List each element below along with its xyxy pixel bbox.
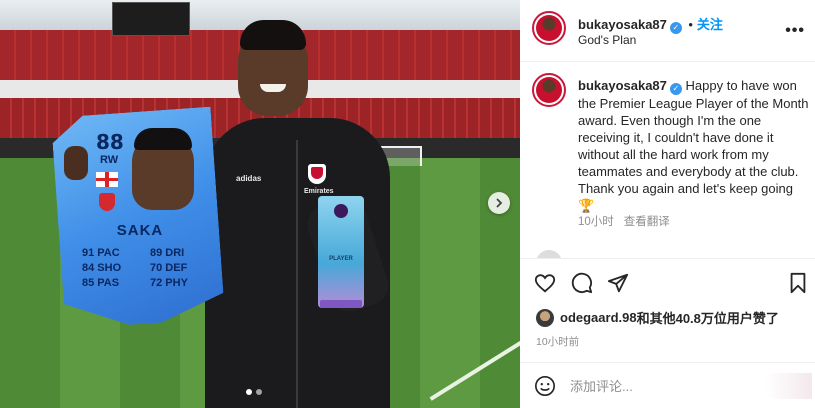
share-icon (607, 273, 629, 293)
card-player-hair (134, 128, 192, 150)
caption-time: 10小时 (578, 216, 614, 228)
likes-summary[interactable]: odegaard.98 和其他40.8万位用户赞了 (536, 308, 779, 327)
player-hair (240, 20, 306, 50)
player-smile (260, 84, 286, 92)
trophy-base (320, 300, 362, 308)
avatar-image (536, 15, 562, 41)
comments-area: bukayosaka87 ✓ Happy to have won the Prem… (520, 62, 815, 258)
trophy-label: PLAYER (329, 256, 353, 262)
like-button[interactable] (533, 271, 557, 295)
stadium-scoreboard (112, 2, 190, 36)
caption-text: Happy to have won the Premier League Pla… (578, 78, 809, 213)
arsenal-crest-icon (308, 164, 326, 184)
likes-count-text[interactable]: 和其他40.8万位用户赞了 (637, 308, 779, 327)
card-position: RW (100, 154, 119, 166)
action-bar (520, 258, 815, 306)
audio-subtitle[interactable]: God's Plan (578, 33, 636, 47)
chevron-right-icon (496, 198, 503, 208)
card-stat: 91 PAC (82, 247, 120, 259)
card-stat: 89 DRI (150, 247, 185, 259)
card-stats-row: 84 SHO 70 DEF (82, 261, 206, 276)
card-stat: 85 PAS (82, 277, 120, 289)
save-button[interactable] (786, 271, 810, 295)
player-hand (64, 146, 88, 180)
caption-username[interactable]: bukayosaka87 (578, 78, 667, 93)
separator-dot: • (688, 17, 693, 32)
emoji-icon[interactable] (534, 375, 556, 397)
caption-avatar[interactable] (532, 73, 566, 107)
jacket-zip (296, 140, 298, 408)
comment-button[interactable] (570, 271, 594, 295)
premier-league-lion-icon (334, 204, 348, 218)
caption-meta: 10小时 查看翻译 (578, 213, 670, 229)
translate-link[interactable]: 查看翻译 (624, 216, 670, 228)
more-options-icon[interactable]: ••• (785, 22, 805, 40)
carousel-dot (256, 389, 262, 395)
post-header: bukayosaka87 ✓ • 关注 God's Plan ••• (520, 0, 815, 62)
heart-icon (534, 274, 556, 293)
next-photo-button[interactable] (488, 192, 510, 214)
post-comment-button[interactable] (766, 373, 812, 399)
liker-avatar (536, 308, 554, 327)
next-comment-avatar[interactable] (536, 250, 562, 258)
post-side-panel: bukayosaka87 ✓ • 关注 God's Plan ••• bukayos… (520, 0, 815, 408)
card-stat: 72 PHY (150, 277, 188, 289)
author-username[interactable]: bukayosaka87 (578, 17, 667, 32)
card-player-name: SAKA (116, 222, 164, 239)
post-timestamp: 10小时前 (536, 336, 580, 348)
comment-icon (571, 272, 593, 294)
card-stats: 91 PAC 89 DRI 84 SHO 70 DEF 85 PAS 72 PH… (82, 246, 206, 291)
bookmark-icon (790, 272, 806, 294)
card-stats-row: 85 PAS 72 PHY (82, 276, 206, 291)
club-badge-icon (99, 193, 115, 211)
avatar-image (536, 77, 562, 103)
comment-bar (520, 362, 815, 408)
follow-button[interactable]: 关注 (697, 17, 723, 32)
card-rating: 88 (96, 130, 124, 154)
card-stat: 84 SHO (82, 262, 122, 274)
card-stat: 70 DEF (150, 262, 188, 274)
verified-badge-icon: ✓ (669, 82, 682, 95)
jacket-brand: adidas (236, 174, 262, 183)
liker-username[interactable]: odegaard.98 (560, 310, 637, 325)
card-stats-row: 91 PAC 89 DRI (82, 246, 206, 261)
author-avatar[interactable] (532, 11, 566, 45)
jacket-sponsor: Emirates (304, 188, 334, 195)
carousel-indicator (246, 389, 262, 395)
post-photo[interactable]: adidas Emirates PLAYER 88 RW SAKA 91 PAC… (0, 0, 520, 408)
header-user-line: bukayosaka87 ✓ • 关注 (578, 14, 723, 34)
share-button[interactable] (606, 271, 630, 295)
verified-badge-icon: ✓ (669, 21, 682, 34)
caption: bukayosaka87 ✓ Happy to have won the Prem… (578, 77, 810, 214)
carousel-dot (246, 389, 252, 395)
comment-input[interactable] (570, 375, 770, 397)
england-flag-icon (96, 172, 118, 187)
